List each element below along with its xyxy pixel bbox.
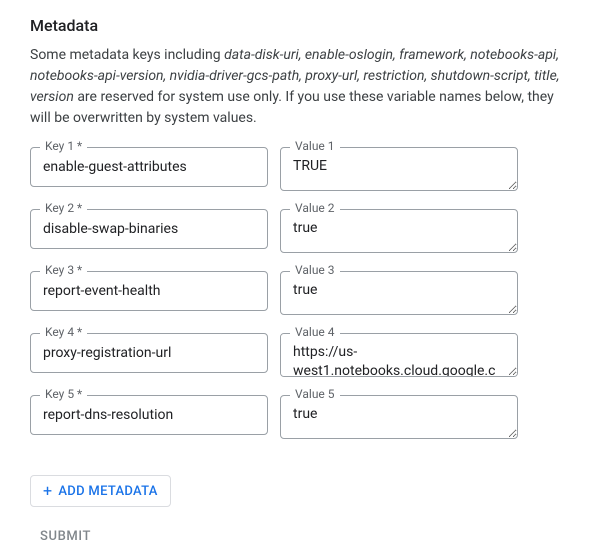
key-field: Key 2 * xyxy=(30,209,268,249)
value-textarea[interactable]: https://us-west1.notebooks.cloud.google.… xyxy=(280,333,518,377)
description-suffix: are reserved for system use only. If you… xyxy=(30,89,554,126)
value-textarea[interactable]: TRUE xyxy=(280,147,518,191)
metadata-row: Key 2 * Value 2 true xyxy=(30,209,570,257)
value-field: Value 1 TRUE xyxy=(280,147,518,195)
key-label: Key 4 * xyxy=(40,325,87,339)
key-field: Key 4 * xyxy=(30,333,268,373)
metadata-description: Some metadata keys including data-disk-u… xyxy=(30,45,570,129)
value-label: Value 4 xyxy=(290,325,340,339)
metadata-row: Key 4 * Value 4 https://us-west1.noteboo… xyxy=(30,333,570,381)
key-label: Key 1 * xyxy=(40,139,87,153)
key-label: Key 2 * xyxy=(40,201,87,215)
key-label: Key 5 * xyxy=(40,387,87,401)
plus-icon: + xyxy=(43,483,52,499)
value-label: Value 3 xyxy=(290,263,340,277)
value-textarea[interactable]: true xyxy=(280,209,518,253)
key-field: Key 1 * xyxy=(30,147,268,187)
value-field: Value 3 true xyxy=(280,271,518,319)
description-prefix: Some metadata keys including xyxy=(30,47,224,63)
value-field: Value 4 https://us-west1.notebooks.cloud… xyxy=(280,333,518,381)
metadata-row: Key 3 * Value 3 true xyxy=(30,271,570,319)
add-metadata-button[interactable]: + ADD METADATA xyxy=(30,475,171,507)
value-textarea[interactable]: true xyxy=(280,271,518,315)
value-label: Value 5 xyxy=(290,387,340,401)
value-field: Value 5 true xyxy=(280,395,518,443)
key-input[interactable] xyxy=(30,209,268,249)
key-input[interactable] xyxy=(30,395,268,435)
value-textarea[interactable]: true xyxy=(280,395,518,439)
key-label: Key 3 * xyxy=(40,263,87,277)
value-label: Value 2 xyxy=(290,201,340,215)
metadata-row: Key 1 * Value 1 TRUE xyxy=(30,147,570,195)
submit-button[interactable]: SUBMIT xyxy=(40,529,91,544)
metadata-row: Key 5 * Value 5 true xyxy=(30,395,570,443)
key-field: Key 5 * xyxy=(30,395,268,435)
key-input[interactable] xyxy=(30,333,268,373)
metadata-heading: Metadata xyxy=(30,16,570,35)
metadata-rows: Key 1 * Value 1 TRUE Key 2 * Value 2 tru… xyxy=(30,147,570,443)
value-label: Value 1 xyxy=(290,139,340,153)
key-input[interactable] xyxy=(30,147,268,187)
key-input[interactable] xyxy=(30,271,268,311)
key-field: Key 3 * xyxy=(30,271,268,311)
value-field: Value 2 true xyxy=(280,209,518,257)
add-metadata-label: ADD METADATA xyxy=(58,484,157,499)
